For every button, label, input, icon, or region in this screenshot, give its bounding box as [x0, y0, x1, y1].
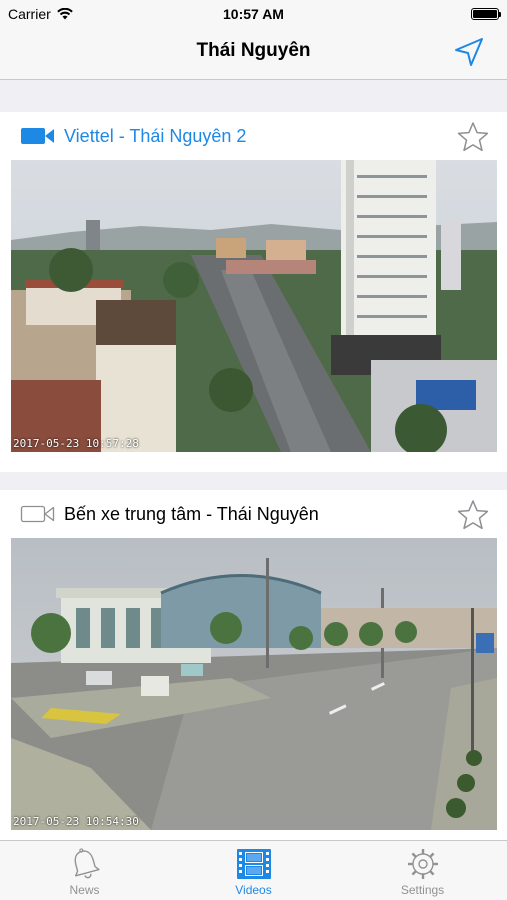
camera-timestamp: 2017-05-23 10:57:28	[13, 437, 139, 450]
bell-icon	[74, 848, 100, 879]
tab-videos[interactable]: Videos	[169, 841, 338, 900]
favorite-button[interactable]	[457, 121, 489, 153]
battery-icon	[471, 8, 501, 20]
location-button[interactable]	[451, 34, 487, 70]
camera-list[interactable]: Viettel - Thái Nguyên 2 2017-05-23 10:57…	[0, 80, 507, 840]
camera-timestamp: 2017-05-23 10:54:30	[13, 815, 139, 828]
tab-settings-label: Settings	[400, 883, 445, 897]
camera-card-header[interactable]: Bến xe trung tâm - Thái Nguyên	[0, 490, 507, 538]
page-title: Thái Nguyên	[196, 40, 311, 61]
camera-title[interactable]: Bến xe trung tâm - Thái Nguyên	[64, 502, 319, 526]
gear-icon	[407, 849, 438, 879]
video-camera-icon	[21, 128, 54, 144]
camera-title[interactable]: Viettel - Thái Nguyên 2	[64, 124, 246, 148]
bus-station-image	[11, 538, 497, 830]
star-icon	[457, 500, 489, 530]
tab-videos-label: Videos	[235, 883, 272, 897]
camera-card[interactable]: Bến xe trung tâm - Thái Nguyên 2017-05-2…	[0, 490, 507, 840]
tab-news[interactable]: News	[0, 841, 169, 900]
video-camera-icon	[20, 505, 55, 523]
camera-card[interactable]: Viettel - Thái Nguyên 2 2017-05-23 10:57…	[0, 112, 507, 472]
star-icon	[457, 122, 489, 152]
status-time: 10:57 AM	[223, 6, 284, 22]
tab-settings[interactable]: Settings	[338, 841, 507, 900]
film-icon	[236, 849, 271, 879]
tab-bar: News Videos Settings	[0, 840, 507, 900]
navigation-bar: Thái Nguyên	[0, 28, 507, 80]
tab-news-label: News	[69, 883, 100, 897]
camera-snapshot[interactable]: 2017-05-23 10:54:30	[11, 538, 497, 830]
location-arrow-icon	[455, 38, 483, 66]
city-street-image	[11, 160, 497, 452]
favorite-button[interactable]	[457, 499, 489, 531]
camera-card-header[interactable]: Viettel - Thái Nguyên 2	[0, 112, 507, 160]
camera-snapshot[interactable]: 2017-05-23 10:57:28	[11, 160, 497, 452]
status-bar: Carrier 10:57 AM	[0, 0, 507, 28]
